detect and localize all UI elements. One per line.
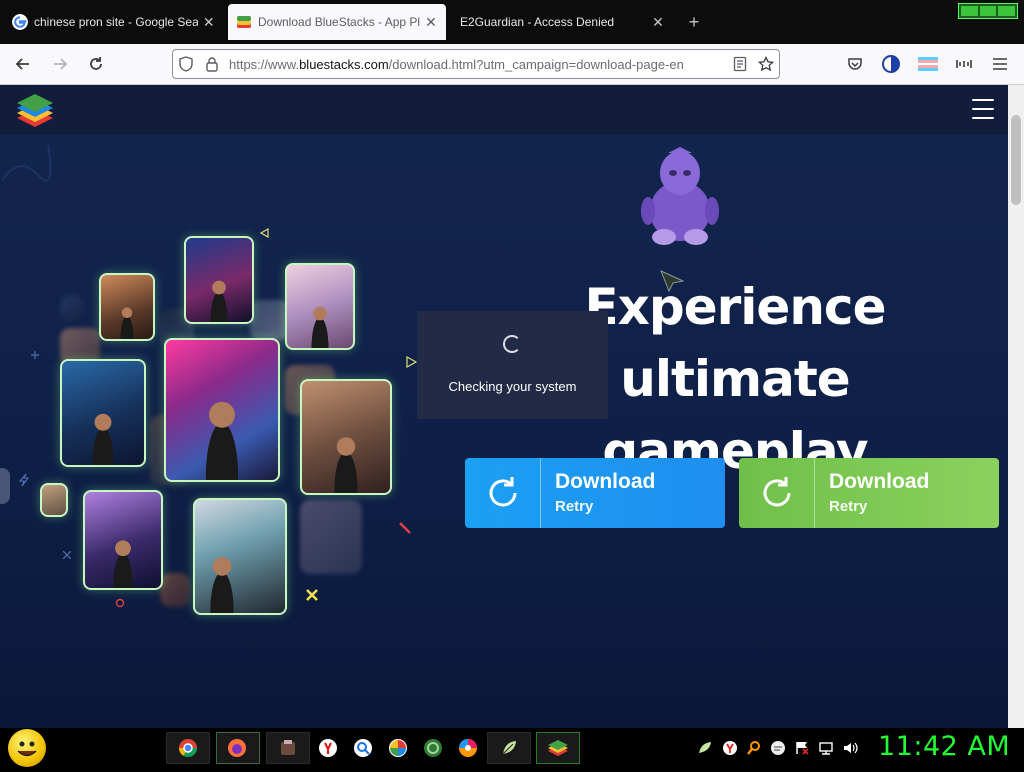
reload-button[interactable] <box>83 52 109 76</box>
forward-button[interactable] <box>47 52 73 76</box>
address-bar[interactable]: https://www.bluestacks.com/download.html… <box>172 49 780 79</box>
extension-button[interactable] <box>951 52 977 76</box>
scrollbar-thumb[interactable] <box>1011 115 1021 205</box>
taskbar: 11:42 AM <box>0 728 1024 768</box>
flag-icon <box>918 57 938 71</box>
checking-message: Checking your system <box>448 379 577 394</box>
lock-icon[interactable] <box>199 56 225 72</box>
decorative-triangle-icon <box>406 356 417 368</box>
start-button-smiley-icon[interactable] <box>8 729 46 767</box>
vertical-scrollbar[interactable] <box>1008 85 1024 728</box>
tracking-shield-icon[interactable] <box>173 56 199 72</box>
decorative-pencil-icon <box>399 522 411 534</box>
firefox-taskbar-icon[interactable] <box>222 733 252 763</box>
window-controls[interactable] <box>958 3 1018 19</box>
back-button[interactable] <box>10 52 36 76</box>
chrome-taskbar-icon[interactable] <box>173 733 203 763</box>
reload-icon <box>90 57 102 70</box>
hamburger-menu-icon <box>993 58 1007 70</box>
extension-flag-button[interactable] <box>915 52 941 76</box>
tab-title: E2Guardian - Access Denied <box>460 15 615 29</box>
tray-volume-icon[interactable] <box>841 739 859 757</box>
decorative-circle-icon <box>115 598 125 608</box>
close-tab-icon[interactable]: ✕ <box>202 14 216 31</box>
close-tab-icon[interactable]: ✕ <box>650 14 666 31</box>
tray-flag-icon[interactable] <box>793 739 811 757</box>
blurred-tile <box>160 573 190 607</box>
download-button-primary[interactable]: Download Retry <box>465 458 725 528</box>
app-menu-button[interactable] <box>987 52 1013 76</box>
gamer-photo <box>193 498 287 615</box>
bluestacks-logo[interactable] <box>14 91 56 131</box>
gamer-photo <box>99 273 155 341</box>
navigation-toolbar: https://www.bluestacks.com/download.html… <box>0 44 1024 85</box>
taskbar-clock[interactable]: 11:42 AM <box>878 731 1010 762</box>
retry-icon <box>739 458 815 528</box>
gamer-photo <box>60 359 146 467</box>
color-wheel-taskbar-icon[interactable] <box>453 733 483 763</box>
gamer-photo <box>184 236 254 324</box>
loading-spinner-icon <box>503 335 521 353</box>
green-app-taskbar-icon[interactable] <box>418 733 448 763</box>
site-header <box>0 85 1008 135</box>
download-button-label: Download <box>555 470 656 493</box>
blurred-tile <box>300 500 362 574</box>
dark-reader-button[interactable] <box>878 52 904 76</box>
decorative-squiggle <box>1 144 52 182</box>
google-g-icon <box>12 14 28 30</box>
decorative-lightning-icon <box>18 473 30 487</box>
gamer-photo <box>300 379 392 495</box>
tab-bluestacks-download[interactable]: Download BlueStacks - App Player ✕ <box>228 4 446 40</box>
mascot-character <box>641 147 719 245</box>
url-text[interactable]: https://www.bluestacks.com/download.html… <box>229 57 727 72</box>
retry-icon <box>465 458 541 528</box>
download-button-sublabel: Retry <box>555 498 594 515</box>
new-tab-button[interactable]: + <box>684 12 704 32</box>
tray-yandex-icon[interactable] <box>721 739 739 757</box>
download-button-sublabel: Retry <box>829 498 868 515</box>
gamer-photo-small <box>40 483 68 517</box>
search-app-taskbar-icon[interactable] <box>348 733 378 763</box>
decorative-triangle-icon <box>260 228 269 238</box>
gamer-photo-main <box>164 338 280 482</box>
pinwheel-taskbar-icon[interactable] <box>383 733 413 763</box>
tray-chat-icon[interactable] <box>769 739 787 757</box>
tab-strip: chinese pron site - Google Search ✕ Down… <box>0 0 1024 44</box>
bookmark-star-icon[interactable] <box>753 56 779 72</box>
download-button-label: Download <box>829 470 930 493</box>
yandex-taskbar-icon[interactable] <box>313 733 343 763</box>
pocket-button[interactable] <box>842 52 868 76</box>
download-button-secondary[interactable]: Download Retry <box>739 458 999 528</box>
tray-network-icon[interactable] <box>817 739 835 757</box>
site-menu-icon[interactable] <box>972 99 994 119</box>
tab-title: chinese pron site - Google Search <box>34 15 198 29</box>
decorative-star-icon <box>63 551 71 559</box>
checking-system-overlay: Checking your system <box>417 311 608 419</box>
tab-google-search[interactable]: chinese pron site - Google Search ✕ <box>4 4 224 40</box>
tray-search-icon[interactable] <box>745 739 763 757</box>
gamer-photo <box>285 263 355 350</box>
decorative-cross-icon <box>306 589 318 601</box>
app-taskbar-icon[interactable] <box>273 733 303 763</box>
blurred-tile <box>60 295 84 321</box>
reader-view-icon[interactable] <box>727 56 753 72</box>
back-arrow-icon <box>15 58 29 70</box>
blurred-tile <box>250 300 290 340</box>
decorative-star-icon <box>31 351 39 359</box>
pocket-icon <box>848 58 862 70</box>
extension-icon <box>956 60 972 68</box>
bluestacks-icon <box>237 16 251 28</box>
half-moon-icon <box>882 55 900 73</box>
tab-e2guardian[interactable]: E2Guardian - Access Denied ✕ <box>452 4 674 40</box>
tab-title: Download BlueStacks - App Player <box>258 15 421 29</box>
forward-arrow-icon <box>54 58 68 70</box>
leaf-app-taskbar-icon[interactable] <box>494 733 524 763</box>
web-page: Experience ultimate gameplay Download Re… <box>0 85 1008 728</box>
gamer-photo <box>83 490 163 590</box>
close-tab-icon[interactable]: ✕ <box>424 14 438 31</box>
tray-leaf-icon[interactable] <box>696 739 714 757</box>
bluestacks-taskbar-icon[interactable] <box>543 733 573 763</box>
decorative-shape <box>0 468 10 504</box>
